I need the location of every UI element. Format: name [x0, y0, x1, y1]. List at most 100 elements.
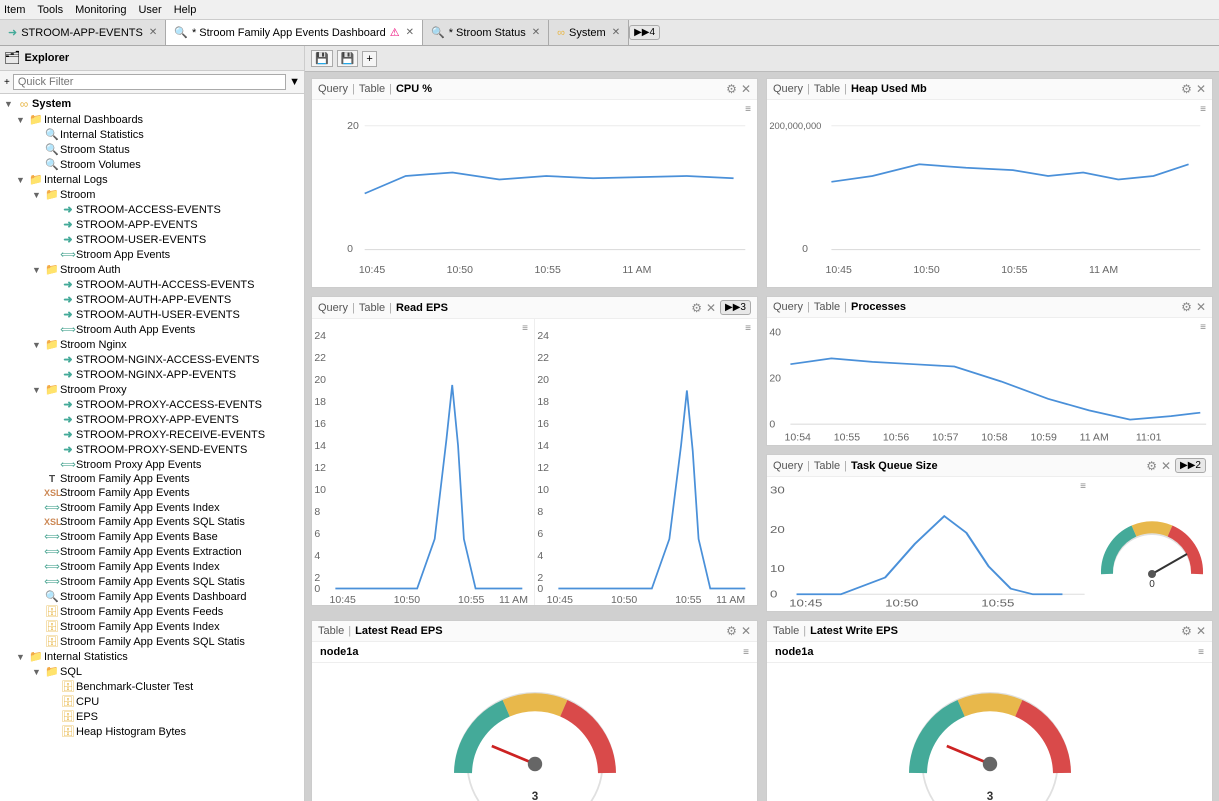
sidebar-item-family-extract[interactable]: ⟺ Stroom Family App Events Extraction: [0, 544, 304, 559]
svg-text:18: 18: [537, 397, 549, 408]
menu-item-item[interactable]: Item: [4, 4, 25, 16]
close-icon[interactable]: ✕: [1196, 300, 1206, 314]
sidebar-item-cpu[interactable]: 🗄 CPU: [0, 694, 304, 709]
query-link-tq[interactable]: Query: [773, 460, 803, 472]
close-icon[interactable]: ✕: [741, 624, 751, 638]
table-link-cpu[interactable]: Table: [359, 83, 385, 95]
feed-icon: ➜: [60, 233, 76, 246]
sidebar-item-auth-app[interactable]: ➜ STROOM-AUTH-APP-EVENTS: [0, 292, 304, 307]
close-icon[interactable]: ✕: [1161, 459, 1171, 473]
sidebar-item-proxy-app[interactable]: ➜ STROOM-PROXY-APP-EVENTS: [0, 412, 304, 427]
sidebar-item-auth-app-events[interactable]: ⟺ Stroom Auth App Events: [0, 322, 304, 337]
sidebar-item-stroom-proxy[interactable]: ▼ 📁 Stroom Proxy: [0, 382, 304, 397]
query-link-cpu[interactable]: Query: [318, 83, 348, 95]
sidebar-item-proxy-receive[interactable]: ➜ STROOM-PROXY-RECEIVE-EVENTS: [0, 427, 304, 442]
search-icon: 🔍: [44, 158, 60, 171]
sidebar-item-family-xsl[interactable]: XSL Stroom Family App Events: [0, 486, 304, 500]
query-link-eps[interactable]: Query: [318, 302, 348, 314]
table-link-lw[interactable]: Table: [773, 625, 799, 637]
table-link-tq[interactable]: Table: [814, 460, 840, 472]
ds-icon: ⟺: [60, 323, 76, 336]
sidebar-item-internal-statistics[interactable]: 🔍 Internal Statistics: [0, 127, 304, 142]
sidebar-item-family-sql2[interactable]: ⟺ Stroom Family App Events SQL Statis: [0, 574, 304, 589]
quick-filter-input[interactable]: [13, 74, 286, 90]
settings-icon[interactable]: ⚙: [691, 301, 702, 315]
tab-close-icon[interactable]: ✕: [149, 27, 157, 38]
sidebar-item-family-dashboard[interactable]: 🔍 Stroom Family App Events Dashboard: [0, 589, 304, 604]
tab-stroom-app-events[interactable]: ➜ STROOM-APP-EVENTS ✕: [0, 20, 166, 46]
sidebar-item-stroom[interactable]: ▼ 📁 Stroom: [0, 187, 304, 202]
sidebar-item-auth-user[interactable]: ➜ STROOM-AUTH-USER-EVENTS: [0, 307, 304, 322]
feed-icon: ➜: [8, 26, 17, 39]
menu-item-help[interactable]: Help: [174, 4, 197, 16]
sidebar-item-eps[interactable]: 🗄 EPS: [0, 709, 304, 724]
sidebar-item-family-sql[interactable]: XSL Stroom Family App Events SQL Statis: [0, 515, 304, 529]
tab-close-icon[interactable]: ✕: [612, 27, 620, 38]
settings-icon[interactable]: ⚙: [1181, 624, 1192, 638]
sidebar-item-stroom-app-events[interactable]: ➜ STROOM-APP-EVENTS: [0, 217, 304, 232]
query-link-heap[interactable]: Query: [773, 83, 803, 95]
query-link-proc[interactable]: Query: [773, 301, 803, 313]
sidebar-item-internal-statistics-folder[interactable]: ▼ 📁 Internal Statistics: [0, 649, 304, 664]
close-icon[interactable]: ✕: [706, 301, 716, 315]
tab-overflow-badge[interactable]: ▶▶4: [629, 25, 660, 40]
svg-text:10:55: 10:55: [1001, 264, 1027, 276]
settings-icon[interactable]: ⚙: [1181, 300, 1192, 314]
sidebar-item-heap[interactable]: 🗄 Heap Histogram Bytes: [0, 724, 304, 739]
tab-stroom-status[interactable]: 🔍 * Stroom Status ✕: [423, 20, 549, 46]
sidebar-item-family-index2[interactable]: ⟺ Stroom Family App Events Index: [0, 559, 304, 574]
filter-options-icon[interactable]: ▼: [289, 76, 300, 88]
sidebar-item-family-feeds-sql[interactable]: 🗄 Stroom Family App Events SQL Statis: [0, 634, 304, 649]
menu-item-monitoring[interactable]: Monitoring: [75, 4, 126, 16]
sidebar-item-family-index[interactable]: ⟺ Stroom Family App Events Index: [0, 500, 304, 515]
tab-close-icon[interactable]: ✕: [532, 27, 540, 38]
sidebar-item-stroom-volumes[interactable]: 🔍 Stroom Volumes: [0, 157, 304, 172]
sidebar-item-stroom-auth[interactable]: ▼ 📁 Stroom Auth: [0, 262, 304, 277]
table-link-lr[interactable]: Table: [318, 625, 344, 637]
sidebar-item-sql[interactable]: ▼ 📁 SQL: [0, 664, 304, 679]
close-icon[interactable]: ✕: [1196, 624, 1206, 638]
sidebar-item-internal-dashboards[interactable]: ▼ 📁 Internal Dashboards: [0, 112, 304, 127]
svg-text:10:57: 10:57: [932, 432, 959, 443]
overflow-badge[interactable]: ▶▶3: [720, 300, 751, 315]
sidebar-item-stroom-app-ds[interactable]: ⟺ Stroom App Events: [0, 247, 304, 262]
close-icon[interactable]: ✕: [741, 82, 751, 96]
sidebar-item-family-feeds[interactable]: 🗄 Stroom Family App Events Feeds: [0, 604, 304, 619]
settings-icon[interactable]: ⚙: [1181, 82, 1192, 96]
table-link-proc[interactable]: Table: [814, 301, 840, 313]
sidebar-item-internal-logs[interactable]: ▼ 📁 Internal Logs: [0, 172, 304, 187]
sidebar-item-proxy-app-events[interactable]: ⟺ Stroom Proxy App Events: [0, 457, 304, 472]
sidebar-item-stroom-access-events[interactable]: ➜ STROOM-ACCESS-EVENTS: [0, 202, 304, 217]
sidebar-item-nginx-app[interactable]: ➜ STROOM-NGINX-APP-EVENTS: [0, 367, 304, 382]
settings-icon[interactable]: ⚙: [726, 624, 737, 638]
sidebar-item-stroom-nginx[interactable]: ▼ 📁 Stroom Nginx: [0, 337, 304, 352]
sidebar-item-nginx-access[interactable]: ➜ STROOM-NGINX-ACCESS-EVENTS: [0, 352, 304, 367]
sidebar-item-benchmark[interactable]: 🗄 Benchmark-Cluster Test: [0, 679, 304, 694]
sidebar-item-family-feeds-index[interactable]: 🗄 Stroom Family App Events Index: [0, 619, 304, 634]
tab-close-icon[interactable]: ✕: [406, 27, 414, 38]
overflow-badge-tq[interactable]: ▶▶2: [1175, 458, 1206, 473]
menu-item-tools[interactable]: Tools: [37, 4, 63, 16]
save-button[interactable]: 💾: [311, 50, 333, 67]
sidebar-item-label: Stroom Auth: [60, 264, 121, 276]
menu-item-user[interactable]: User: [138, 4, 161, 16]
sidebar-item-auth-access[interactable]: ➜ STROOM-AUTH-ACCESS-EVENTS: [0, 277, 304, 292]
tab-stroom-family-dashboard[interactable]: 🔍 * Stroom Family App Events Dashboard ⚠…: [166, 20, 423, 46]
table-link-eps[interactable]: Table: [359, 302, 385, 314]
sidebar-item-stroom-user-events[interactable]: ➜ STROOM-USER-EVENTS: [0, 232, 304, 247]
sidebar-item-family-text[interactable]: T Stroom Family App Events: [0, 472, 304, 486]
settings-icon[interactable]: ⚙: [1146, 459, 1157, 473]
sidebar-item-proxy-access[interactable]: ➜ STROOM-PROXY-ACCESS-EVENTS: [0, 397, 304, 412]
save-all-button[interactable]: 💾: [337, 50, 359, 67]
sidebar-item-system[interactable]: ▼ ∞ System: [0, 96, 304, 112]
add-filter-icon[interactable]: +: [4, 77, 10, 88]
sidebar-item-family-base[interactable]: ⟺ Stroom Family App Events Base: [0, 529, 304, 544]
table-link-heap[interactable]: Table: [814, 83, 840, 95]
settings-icon[interactable]: ⚙: [726, 82, 737, 96]
task-queue-gauge: 0: [1092, 477, 1212, 611]
tab-system[interactable]: ∞ System ✕: [549, 20, 629, 46]
sidebar-item-stroom-status[interactable]: 🔍 Stroom Status: [0, 142, 304, 157]
add-button[interactable]: +: [362, 51, 376, 67]
close-icon[interactable]: ✕: [1196, 82, 1206, 96]
sidebar-item-proxy-send[interactable]: ➜ STROOM-PROXY-SEND-EVENTS: [0, 442, 304, 457]
